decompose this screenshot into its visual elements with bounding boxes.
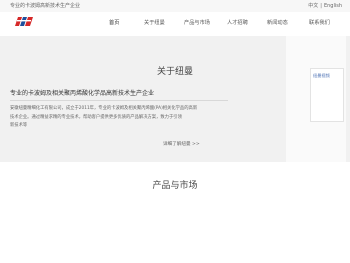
lang-zh-link[interactable]: 中文 (308, 3, 318, 9)
about-title: 关于纽曼 (156, 67, 193, 77)
about-paragraph-line-1: 安徽纽曼精细化工有限公司，成立于2011年，专业的卡波姆及相关聚丙烯酸(PA)相… (10, 106, 198, 111)
divider (10, 100, 228, 101)
about-paragraph-line-3: 新技术等 (10, 123, 28, 128)
video-card-label: 纽曼视频 (313, 73, 330, 78)
nav-careers[interactable]: 人才招聘 (227, 19, 248, 26)
lang-en-link[interactable]: English (324, 3, 342, 9)
about-subtitle: 专业的卡波姆及相关聚丙烯酸化学品高新技术生产企业 (10, 90, 155, 97)
nav-about[interactable]: 关于纽曼 (144, 19, 165, 26)
products-title: 产品与市场 (152, 181, 198, 191)
lang-separator: | (320, 3, 322, 9)
top-bar: 专业的卡波姆高新技术生产企业 中文 | English (0, 0, 350, 12)
company-logo[interactable] (14, 15, 34, 27)
site-tagline: 专业的卡波姆高新技术生产企业 (10, 3, 81, 9)
learn-more-link[interactable]: 详细了解纽曼 >> (163, 141, 200, 147)
nav-news[interactable]: 新闻动态 (267, 19, 288, 26)
nav-products[interactable]: 产品与市场 (184, 19, 210, 26)
video-card[interactable]: 纽曼视频 (310, 68, 344, 122)
main-nav (0, 12, 350, 36)
nav-home[interactable]: 首页 (109, 19, 119, 26)
about-paragraph-line-2: 技术企业。通过精益求精的专业技术，帮助客户提供更多优质的产品解决方案，致力于引领 (10, 114, 182, 120)
nav-contact[interactable]: 联系我们 (309, 19, 330, 26)
language-switcher: 中文 | English (306, 2, 342, 9)
